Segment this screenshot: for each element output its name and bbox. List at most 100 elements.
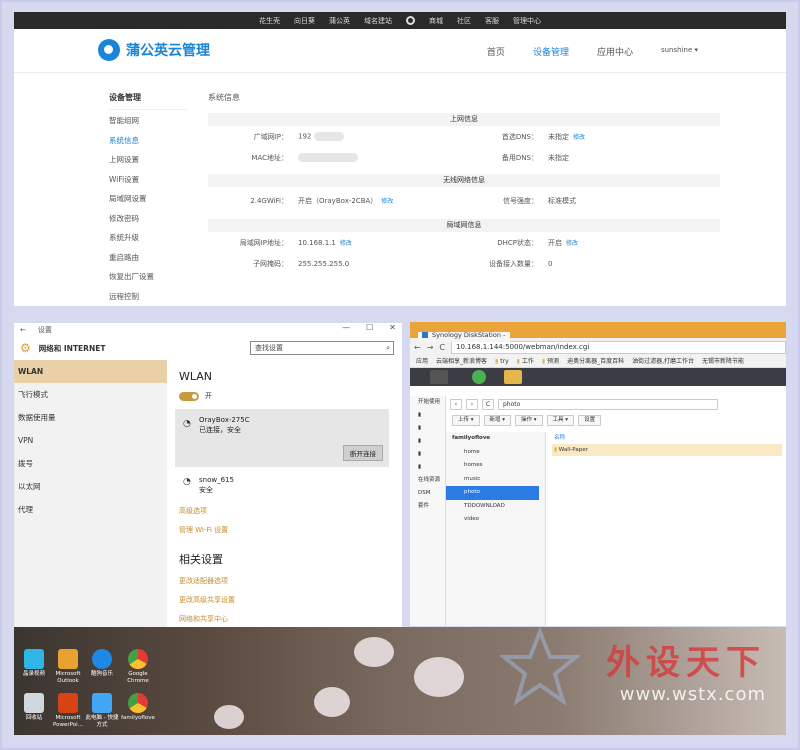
nav-item[interactable]: VPN bbox=[14, 429, 167, 452]
topbar-link[interactable]: 域名建站 bbox=[364, 16, 392, 26]
nav-app-center[interactable]: 应用中心 bbox=[597, 45, 633, 58]
panel-item[interactable]: 套件 bbox=[410, 500, 445, 513]
topbar-link[interactable]: 向日葵 bbox=[294, 16, 315, 26]
desktop-icon[interactable]: 回收站 bbox=[16, 693, 52, 722]
desktop-icon[interactable]: 晶录视频 bbox=[16, 649, 52, 678]
sidebar-item[interactable]: 远程控制 bbox=[109, 286, 187, 306]
column-header-name[interactable]: 名称 bbox=[552, 432, 782, 444]
back-icon[interactable]: ← bbox=[414, 343, 421, 352]
logo[interactable]: 蒲公英云管理 bbox=[98, 39, 210, 61]
topbar-link[interactable]: 社区 bbox=[457, 16, 471, 26]
desktop-icon[interactable]: familyoflove bbox=[120, 693, 156, 722]
help-icon[interactable] bbox=[472, 370, 486, 384]
edit-link[interactable]: 修改 bbox=[381, 198, 393, 205]
desktop-icon[interactable]: 酷狗音乐 bbox=[84, 649, 120, 678]
reload-icon[interactable]: C bbox=[439, 343, 445, 352]
file-station-icon[interactable] bbox=[504, 370, 522, 384]
topbar-link[interactable]: 蒲公英 bbox=[329, 16, 350, 26]
panel-item[interactable]: 开始使用 bbox=[410, 396, 445, 409]
nav-item[interactable]: 拨号 bbox=[14, 452, 167, 475]
forward-icon[interactable]: → bbox=[427, 343, 434, 352]
sidebar-item[interactable]: 上网设置 bbox=[109, 149, 187, 169]
nav-home[interactable]: 首页 bbox=[487, 45, 505, 58]
nav-item[interactable]: 代理 bbox=[14, 498, 167, 521]
wlan-toggle[interactable]: 开 bbox=[179, 391, 399, 401]
path-input[interactable]: photo bbox=[498, 398, 718, 410]
desktop-icon[interactable]: Microsoft Outlook bbox=[50, 649, 86, 685]
tree-item[interactable]: TDDOWNLOAD bbox=[446, 500, 545, 514]
close-icon[interactable]: ✕ bbox=[389, 323, 396, 332]
adapter-options-link[interactable]: 更改适配器选项 bbox=[179, 576, 399, 586]
tree-item[interactable]: homes bbox=[446, 459, 545, 473]
sidebar-item[interactable]: 局域网设置 bbox=[109, 188, 187, 208]
desktop-icon[interactable]: Google Chrome bbox=[120, 649, 156, 685]
manage-wifi-link[interactable]: 管理 Wi-Fi 设置 bbox=[179, 525, 399, 535]
topbar-link[interactable]: 客服 bbox=[485, 16, 499, 26]
tools-button[interactable]: 工具 ▾ bbox=[546, 414, 575, 426]
nav-item[interactable]: 飞行模式 bbox=[14, 383, 167, 406]
create-button[interactable]: 新增 ▾ bbox=[483, 414, 512, 426]
browser-tab[interactable]: Synology DiskStation - bbox=[418, 332, 510, 342]
nav-item[interactable]: 数据使用量 bbox=[14, 406, 167, 429]
disconnect-button[interactable]: 断开连接 bbox=[343, 445, 383, 461]
bookmark[interactable]: 油街过滤器,打磨工作台 bbox=[632, 356, 694, 367]
panel-item[interactable]: ▮ bbox=[410, 435, 445, 448]
network-center-link[interactable]: 网络和共享中心 bbox=[179, 614, 399, 624]
edit-link[interactable]: 修改 bbox=[566, 238, 578, 247]
bookmark[interactable]: 迪奥分离器_百度百科 bbox=[567, 356, 624, 367]
topbar-link[interactable]: 商城 bbox=[429, 16, 443, 26]
panel-item[interactable]: ▮ bbox=[410, 448, 445, 461]
panel-item[interactable]: ▮ bbox=[410, 422, 445, 435]
edit-link[interactable]: 修改 bbox=[340, 240, 352, 247]
refresh-button[interactable]: C bbox=[482, 398, 494, 410]
back-button[interactable]: ‹ bbox=[450, 398, 462, 410]
upload-button[interactable]: 上传 ▾ bbox=[452, 414, 480, 426]
main-menu-icon[interactable] bbox=[430, 370, 448, 384]
url-input[interactable]: 10.168.1.144:5000/webman/index.cgi bbox=[451, 340, 786, 354]
toggle-switch[interactable] bbox=[179, 391, 199, 401]
tree-root[interactable]: familyoflove bbox=[446, 432, 545, 446]
sidebar-item[interactable]: 系统升级 bbox=[109, 227, 187, 247]
advanced-options-link[interactable]: 高级选项 bbox=[179, 506, 399, 516]
user-menu[interactable]: sunshine ▾ bbox=[661, 45, 698, 58]
edit-link[interactable]: 修改 bbox=[573, 132, 585, 141]
network-item-connected[interactable]: ◔ OrayBox-275C 已连接，安全 断开连接 bbox=[175, 409, 389, 467]
panel-item[interactable]: ▮ bbox=[410, 461, 445, 474]
file-row[interactable]: Wall-Paper bbox=[552, 444, 782, 456]
forward-button[interactable]: › bbox=[466, 398, 478, 410]
action-button[interactable]: 操作 ▾ bbox=[515, 414, 543, 426]
sidebar-item[interactable]: 智能组网 bbox=[109, 110, 187, 130]
tree-item[interactable]: home bbox=[446, 446, 545, 460]
bookmark-folder[interactable]: 工作 bbox=[517, 356, 534, 367]
back-arrow-icon[interactable]: ← bbox=[20, 326, 26, 334]
search-input[interactable]: 查找设置 ⌕ bbox=[250, 341, 394, 355]
bookmark-folder[interactable]: try bbox=[495, 356, 508, 367]
sidebar-item[interactable]: 重启路由 bbox=[109, 247, 187, 267]
sidebar-item[interactable]: 修改密码 bbox=[109, 208, 187, 228]
panel-item[interactable]: ▮ bbox=[410, 409, 445, 422]
tree-item-selected[interactable]: photo bbox=[446, 486, 539, 500]
tree-item[interactable]: music bbox=[446, 473, 545, 487]
nav-item-wlan[interactable]: WLAN bbox=[14, 360, 167, 383]
maximize-icon[interactable]: ☐ bbox=[366, 323, 373, 332]
bookmark[interactable]: 无锡市新降节能 bbox=[702, 356, 744, 367]
sidebar-item[interactable]: WiFi设置 bbox=[109, 169, 187, 189]
bookmark[interactable]: 云端相享_新浪博客 bbox=[436, 356, 487, 367]
nav-item[interactable]: 以太网 bbox=[14, 475, 167, 498]
nav-device-management[interactable]: 设备管理 bbox=[533, 45, 569, 58]
sidebar-item-system-info[interactable]: 系统信息 bbox=[109, 130, 187, 150]
bookmark-folder[interactable]: 预测 bbox=[542, 356, 559, 367]
desktop-icon[interactable]: 此电脑 - 快捷方式 bbox=[84, 693, 120, 729]
tree-item[interactable]: video bbox=[446, 513, 545, 527]
network-item[interactable]: ◔ snow_615 安全 bbox=[175, 467, 399, 497]
settings-button[interactable]: 设置 bbox=[578, 414, 602, 426]
panel-item[interactable]: 在线资源 bbox=[410, 474, 445, 487]
bookmark[interactable]: 应用 bbox=[416, 356, 428, 367]
sidebar-item[interactable]: 恢复出厂设置 bbox=[109, 266, 187, 286]
sharing-settings-link[interactable]: 更改高级共享设置 bbox=[179, 595, 399, 605]
topbar-link[interactable]: 管理中心 bbox=[513, 16, 541, 26]
panel-item[interactable]: DSM bbox=[410, 487, 445, 500]
minimize-icon[interactable]: — bbox=[342, 323, 350, 332]
desktop-icon[interactable]: Microsoft PowerPoi... bbox=[50, 693, 86, 729]
topbar-link[interactable]: 花生壳 bbox=[259, 16, 280, 26]
